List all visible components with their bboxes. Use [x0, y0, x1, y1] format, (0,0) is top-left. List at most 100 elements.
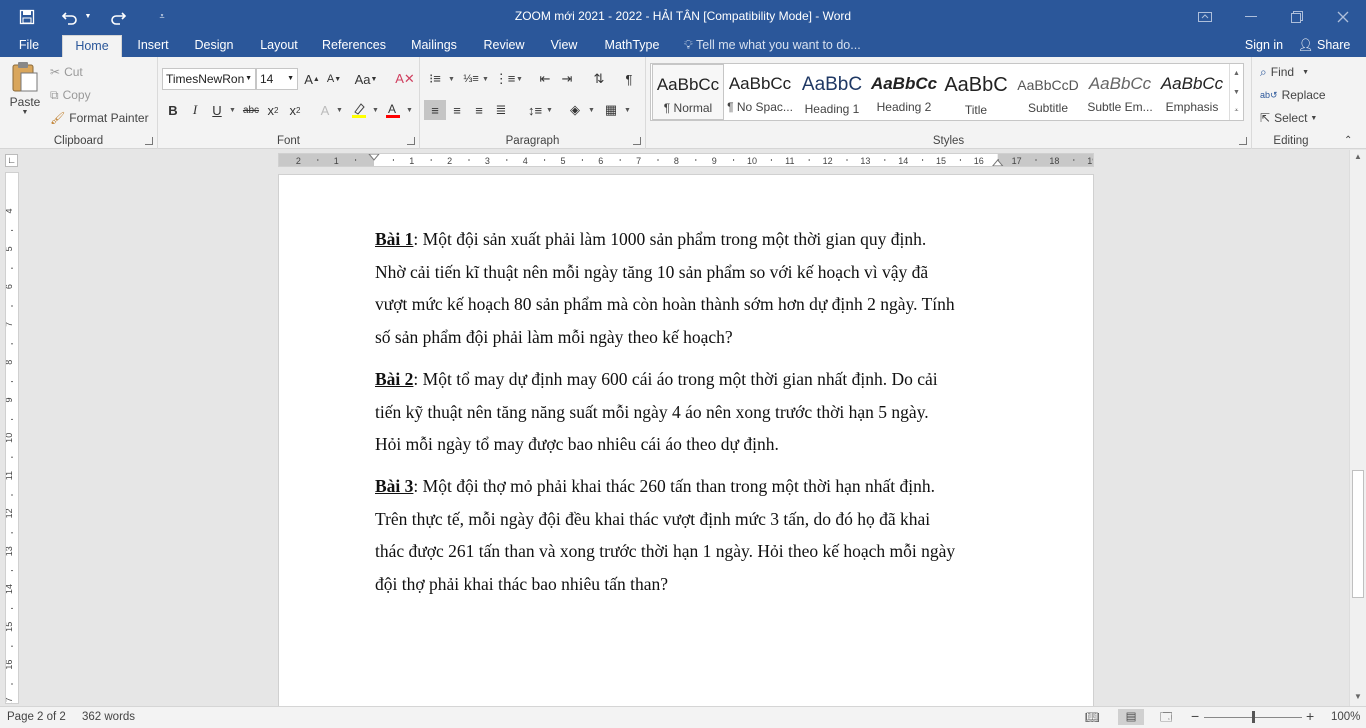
font-size-dropdown-icon[interactable]: ▼ — [287, 69, 294, 89]
restore-icon[interactable] — [1282, 0, 1312, 33]
style-no-spacing[interactable]: AaBbCc ¶ No Spac... — [724, 64, 796, 120]
tab-mathtype[interactable]: MathType — [600, 33, 664, 57]
font-size-box[interactable]: 14 ▼ — [256, 68, 298, 90]
line-spacing-dropdown-icon[interactable]: ▼ — [546, 107, 553, 114]
undo-icon[interactable] — [58, 0, 82, 33]
share-button[interactable]: 👤︎ Share — [1296, 33, 1352, 57]
read-mode-icon[interactable]: 📖︎ — [1085, 710, 1100, 724]
bold-icon[interactable]: B — [162, 100, 184, 120]
text-effects-dropdown-icon[interactable]: ▼ — [336, 107, 343, 114]
save-icon[interactable] — [16, 0, 38, 33]
print-layout-icon[interactable]: ▤ — [1118, 709, 1144, 725]
copy-button[interactable]: ⧉ Copy — [50, 86, 91, 104]
highlight-icon[interactable] — [348, 100, 370, 120]
style-subtle-emphasis[interactable]: AaBbCc Subtle Em... — [1084, 64, 1156, 120]
styles-more-icon[interactable]: ⩡ — [1229, 102, 1243, 120]
subscript-icon[interactable]: x2 — [262, 100, 284, 120]
decrease-indent-icon[interactable]: ⇤ — [534, 69, 556, 89]
paragraph-launcher-icon[interactable] — [633, 137, 641, 145]
increase-indent-icon[interactable]: ⇥ — [556, 69, 578, 89]
replace-button[interactable]: ab↺ Replace — [1260, 86, 1326, 104]
borders-dropdown-icon[interactable]: ▼ — [624, 107, 631, 114]
underline-icon[interactable]: U — [206, 100, 228, 120]
font-name-dropdown-icon[interactable]: ▼ — [245, 69, 252, 89]
clear-formatting-icon[interactable]: A✕ — [394, 69, 416, 89]
align-left-icon[interactable]: ≡ — [424, 100, 446, 120]
redo-icon[interactable] — [106, 0, 130, 33]
word-count[interactable]: 362 words — [82, 711, 135, 723]
ribbon-display-options-icon[interactable] — [1190, 0, 1220, 33]
text-effects-icon[interactable]: A — [314, 100, 336, 120]
superscript-icon[interactable]: x2 — [284, 100, 306, 120]
web-layout-icon[interactable]: 🗔︎ — [1160, 710, 1172, 728]
minimize-icon[interactable] — [1236, 0, 1266, 33]
style-subtitle[interactable]: AaBbCcD Subtitle — [1012, 64, 1084, 120]
style-heading-1[interactable]: AaBbC Heading 1 — [796, 64, 868, 120]
tab-design[interactable]: Design — [189, 33, 239, 57]
multilevel-list-dropdown-icon[interactable]: ▼ — [516, 76, 523, 83]
underline-dropdown-icon[interactable]: ▼ — [229, 107, 236, 114]
vertical-scrollbar[interactable]: ▲ ▼ — [1349, 150, 1366, 706]
cut-button[interactable]: ✂ Cut — [50, 63, 83, 81]
tab-selector-icon[interactable]: ∟ — [5, 154, 18, 167]
show-formatting-icon[interactable]: ¶ — [618, 69, 640, 89]
select-button[interactable]: ⇱ Select ▼ — [1260, 109, 1317, 127]
paste-button[interactable]: Paste ▼ — [6, 61, 44, 131]
format-painter-button[interactable]: 🖌︎ Format Painter — [50, 109, 149, 127]
close-icon[interactable] — [1328, 0, 1358, 33]
tab-home[interactable]: Home — [62, 35, 122, 57]
align-right-icon[interactable]: ≡ — [468, 100, 490, 120]
sign-in-link[interactable]: Sign in — [1238, 33, 1290, 57]
font-launcher-icon[interactable] — [407, 137, 415, 145]
borders-icon[interactable]: ▦ — [600, 100, 622, 120]
shading-icon[interactable]: ◈ — [564, 100, 586, 120]
zoom-slider[interactable] — [1204, 711, 1302, 723]
tab-review[interactable]: Review — [480, 33, 528, 57]
styles-launcher-icon[interactable] — [1239, 137, 1247, 145]
align-center-icon[interactable]: ≡ — [446, 100, 468, 120]
tab-insert[interactable]: Insert — [131, 33, 175, 57]
tab-file[interactable]: File — [10, 33, 48, 57]
zoom-slider-thumb[interactable] — [1252, 711, 1255, 723]
styles-scroll-up-icon[interactable]: ▲ — [1229, 64, 1243, 83]
justify-icon[interactable]: ≣ — [490, 100, 512, 120]
font-name-box[interactable]: TimesNewRon ▼ — [162, 68, 256, 90]
styles-scroll-down-icon[interactable]: ▼ — [1229, 83, 1243, 102]
highlight-dropdown-icon[interactable]: ▼ — [372, 107, 379, 114]
bullets-dropdown-icon[interactable]: ▼ — [448, 76, 455, 83]
collapse-ribbon-icon[interactable]: ⌃ — [1344, 135, 1352, 146]
multilevel-list-icon[interactable]: ⋮≡ — [494, 69, 516, 89]
numbering-dropdown-icon[interactable]: ▼ — [482, 76, 489, 83]
tab-references[interactable]: References — [318, 33, 390, 57]
style-normal[interactable]: AaBbCc ¶ Normal — [652, 64, 724, 120]
italic-icon[interactable]: I — [184, 100, 206, 120]
font-color-icon[interactable]: A — [382, 100, 404, 120]
numbering-icon[interactable]: ⅓≡ — [460, 69, 482, 89]
shading-dropdown-icon[interactable]: ▼ — [588, 107, 595, 114]
sort-icon[interactable]: ⇅ — [588, 69, 610, 89]
clipboard-launcher-icon[interactable] — [145, 137, 153, 145]
style-title[interactable]: AaBbC Title — [940, 64, 1012, 120]
bullets-icon[interactable]: ⁝≡ — [424, 69, 446, 89]
shrink-font-icon[interactable]: A ▼ — [323, 69, 345, 89]
scroll-up-icon[interactable]: ▲ — [1352, 152, 1364, 164]
line-spacing-icon[interactable]: ↕≡ — [524, 100, 546, 120]
tab-layout[interactable]: Layout — [254, 33, 304, 57]
zoom-out-icon[interactable]: − — [1191, 708, 1199, 724]
grow-font-icon[interactable]: A ▲ — [301, 69, 323, 89]
vertical-ruler[interactable]: 4 5 6 7 8 9 10 11 12 13 14 15 16 17 — [4, 172, 19, 723]
tab-view[interactable]: View — [546, 33, 582, 57]
zoom-level[interactable]: 100% — [1331, 711, 1360, 723]
change-case-icon[interactable]: Aa ▼ — [352, 69, 380, 89]
tell-me-box[interactable]: 💡︎ Tell me what you want to do... — [684, 33, 874, 57]
zoom-in-icon[interactable]: + — [1306, 708, 1314, 724]
scroll-down-icon[interactable]: ▼ — [1352, 692, 1364, 704]
strikethrough-icon[interactable]: abc — [240, 100, 262, 120]
scroll-thumb[interactable] — [1352, 470, 1364, 598]
tab-mailings[interactable]: Mailings — [405, 33, 463, 57]
horizontal-ruler[interactable]: 2112345678910111213141516171819 — [278, 153, 1097, 167]
customize-qat-icon[interactable]: ⩡ — [152, 0, 172, 33]
document-page[interactable]: Bài 1: Một đội sản xuất phải làm 1000 sả… — [278, 174, 1094, 714]
style-emphasis[interactable]: AaBbCc Emphasis — [1156, 64, 1228, 120]
style-heading-2[interactable]: AaBbCc Heading 2 — [868, 64, 940, 120]
